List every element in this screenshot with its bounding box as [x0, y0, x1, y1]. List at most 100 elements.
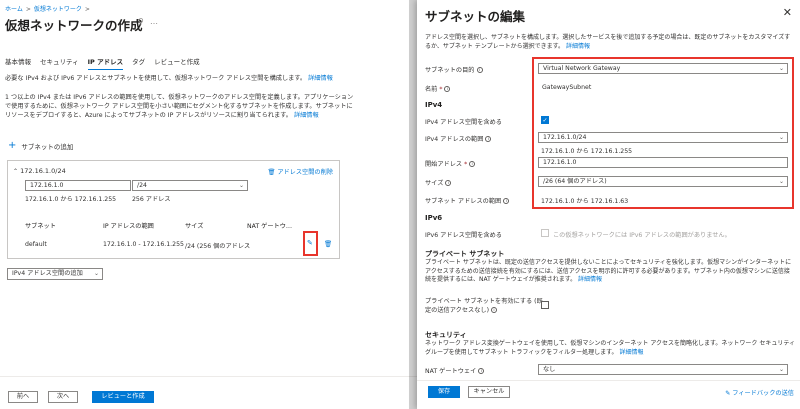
subnet-range-value: 172.16.1.0 から 172.16.1.63 [541, 198, 629, 205]
tab-ip-addresses[interactable]: IP アドレス [87, 56, 124, 70]
address-space-header[interactable]: ⌃ 172.16.1.0/24 [13, 167, 66, 175]
learn-more-link[interactable]: 詳細情報 [566, 43, 590, 50]
breadcrumb-vnet[interactable]: 仮想ネットワーク [34, 6, 82, 13]
ipv4-range-label: IPv4 アドレスの範囲 i [425, 134, 492, 143]
learn-more-link[interactable]: 詳細情報 [294, 112, 319, 119]
purpose-label: サブネットの目的 i [425, 65, 483, 74]
chevron-down-icon: ⌄ [778, 366, 784, 373]
plus-icon: + [8, 140, 17, 151]
nat-gateway-label: NAT ゲートウェイ i [425, 366, 485, 375]
subnet-range-label: サブネット アドレスの範囲 i [425, 196, 510, 205]
tab-review-create[interactable]: レビューと作成 [154, 56, 200, 70]
info-icon[interactable]: i [478, 368, 485, 374]
info-icon[interactable]: i [485, 136, 492, 142]
intro-para-line: で使用するために、仮想ネットワーク アドレス空間を小さい範囲にセグメント化するサ… [5, 103, 353, 110]
panel-title: サブネットの編集 [425, 9, 526, 24]
page-title: 仮想ネットワークの作成 [5, 18, 143, 33]
private-subnet-description: プライベート サブネットは、既定の送信アクセスを提供しないことによってセキュリテ… [425, 259, 795, 285]
private-subnet-checkbox[interactable] [541, 301, 549, 309]
learn-more-link[interactable]: 詳細情報 [619, 349, 643, 356]
edit-subnet-panel: サブネットの編集 ✕ アドレス空間を選択し、サブネットを構成します。選択したサー… [417, 0, 800, 409]
chevron-down-icon: ⌄ [93, 270, 99, 277]
nat-gateway-select[interactable]: なし ⌄ [538, 364, 788, 375]
include-ipv4-checkbox[interactable]: ✓ [541, 116, 549, 124]
col-header-range: IP アドレスの範囲 [103, 223, 154, 230]
ipv6-disabled-text: この仮想ネットワークには IPv6 アドレスの範囲がありません。 [553, 232, 731, 239]
feedback-icon: ✎ [725, 390, 731, 397]
save-button[interactable]: 保存 [428, 386, 460, 398]
chevron-up-icon: ⌃ [13, 168, 19, 175]
add-subnet-button[interactable]: + サブネットの追加 [8, 140, 74, 152]
security-description: ネットワーク アドレス変換ゲートウェイを使用して、仮想マシンのインターネット ア… [425, 340, 795, 357]
address-space-title: 172.16.1.0/24 [20, 167, 66, 175]
address-range-hint: 172.16.1.0 から 172.16.1.255 [25, 196, 117, 203]
ipv4-section-heading: IPv4 [425, 101, 443, 109]
chevron-down-icon: ⌄ [238, 182, 244, 189]
subnet-size: /24 (256 個のアドレス [185, 243, 251, 250]
chevron-down-icon: ⌄ [778, 134, 784, 141]
col-header-nat: NAT ゲートウ… [247, 223, 293, 230]
add-ipv4-space-button[interactable]: IPv4 アドレス空間の追加 ⌄ [7, 268, 103, 280]
cancel-button[interactable]: キャンセル [468, 386, 510, 398]
include-ipv6-checkbox[interactable] [541, 229, 549, 237]
vnet-create-blade: ホーム > 仮想ネットワーク > 仮想ネットワークの作成 ⚲ … 基本情報 セキュリテ… [0, 0, 420, 409]
private-desc-line: アクセスするための送信接続を有効にするには、送信アクセスを明示的に許可する必要が… [425, 267, 790, 275]
next-button[interactable]: 次へ [48, 391, 78, 403]
panel-description: アドレス空間を選択し、サブネットを構成します。選択したサービスを後で追加する予定… [425, 33, 795, 51]
size-select[interactable]: /26 (64 個のアドレス) ⌄ [538, 176, 788, 187]
edit-pencil-icon[interactable]: ✎ [307, 239, 313, 247]
info-icon[interactable]: i [490, 306, 497, 313]
more-icon[interactable]: … [150, 17, 158, 26]
trash-icon[interactable]: 🗑 [324, 240, 332, 248]
pin-icon[interactable]: ⚲ [138, 17, 144, 26]
tab-security[interactable]: セキュリティ [40, 56, 79, 70]
ipv4-range-select[interactable]: 172.16.1.0/24 ⌄ [538, 132, 788, 143]
security-desc-line: ネットワーク アドレス変換ゲートウェイを使用して、仮想マシンのインターネット ア… [425, 340, 795, 347]
trash-icon: 🗑 [267, 169, 276, 176]
tab-bar: 基本情報 セキュリティ IP アドレス タグ レビューと作成 [5, 56, 200, 70]
info-icon[interactable]: i [445, 180, 452, 186]
intro-text: 必要な IPv4 および IPv6 アドレスとサブネットを使用して、仮想ネットワ… [5, 75, 307, 82]
name-label: 名前 * i [425, 84, 451, 93]
security-heading: セキュリティ [425, 331, 467, 339]
info-icon[interactable]: i [444, 86, 451, 92]
info-icon[interactable]: i [503, 198, 510, 204]
feedback-link[interactable]: ✎ フィードバックの送信 [725, 388, 794, 397]
info-icon[interactable]: i [469, 161, 476, 167]
review-create-button[interactable]: レビューと作成 [92, 391, 154, 403]
security-desc-line: グループを使用してサブネット トラフィックをフィルター処理します。 詳細情報 [425, 348, 644, 356]
add-subnet-label: サブネットの追加 [21, 143, 74, 151]
private-desc-line: プライベート サブネットは、既定の送信アクセスを提供しないことによってセキュリテ… [425, 259, 792, 266]
private-desc-line: 続を提供するには、NAT ゲートウェイが推奨されます。 詳細情報 [425, 276, 603, 283]
address-input[interactable]: 172.16.1.0 [25, 180, 131, 191]
prefix-select[interactable]: /24 ⌄ [132, 180, 248, 191]
delete-address-space-link[interactable]: 🗑 アドレス空間の削除 [267, 167, 333, 176]
panel-desc-line: るか、サブネット テンプレートから選択できます。 詳細情報 [425, 43, 590, 50]
name-value: GatewaySubnet [542, 84, 592, 91]
tab-tags[interactable]: タグ [132, 56, 145, 70]
start-address-label: 開始アドレス * i [425, 159, 476, 168]
start-address-input[interactable]: 172.16.1.0 [538, 157, 788, 168]
overlay-shade [409, 0, 417, 409]
subnet-range: 172.16.1.0 - 172.16.1.255 [103, 241, 184, 248]
intro-para-line: リソースをデプロイすると、Azure によってサブネットの IP アドレスがリソ… [5, 112, 319, 119]
table-row: default 172.16.1.0 - 172.16.1.255 /24 (2… [13, 231, 334, 256]
learn-more-link[interactable]: 詳細情報 [578, 276, 602, 283]
breadcrumb-separator: > [84, 6, 90, 13]
learn-more-link[interactable]: 詳細情報 [308, 75, 333, 82]
intro-paragraph: 1 つ以上の IPv4 または IPv6 アドレスの範囲を使用して、仮想ネットワ… [5, 93, 415, 120]
ipv4-range-hint: 172.16.1.0 から 172.16.1.255 [541, 148, 633, 155]
tab-basics[interactable]: 基本情報 [5, 56, 31, 70]
ipv6-section-heading: IPv6 [425, 214, 443, 222]
private-subnet-label: プライベート サブネットを有効にする (既 定の送信アクセスなし) i [425, 298, 543, 314]
subnet-name-link[interactable]: default [25, 241, 47, 248]
prev-button[interactable]: 前へ [8, 391, 38, 403]
info-icon[interactable]: i [476, 67, 483, 73]
private-subnet-heading: プライベート サブネット [425, 250, 505, 258]
breadcrumb: ホーム > 仮想ネットワーク > [5, 4, 93, 13]
close-icon[interactable]: ✕ [783, 6, 792, 19]
purpose-select[interactable]: Virtual Network Gateway ⌄ [538, 63, 788, 74]
size-label: サイズ i [425, 178, 452, 187]
chevron-down-icon: ⌄ [778, 178, 784, 185]
breadcrumb-home[interactable]: ホーム [5, 6, 23, 13]
